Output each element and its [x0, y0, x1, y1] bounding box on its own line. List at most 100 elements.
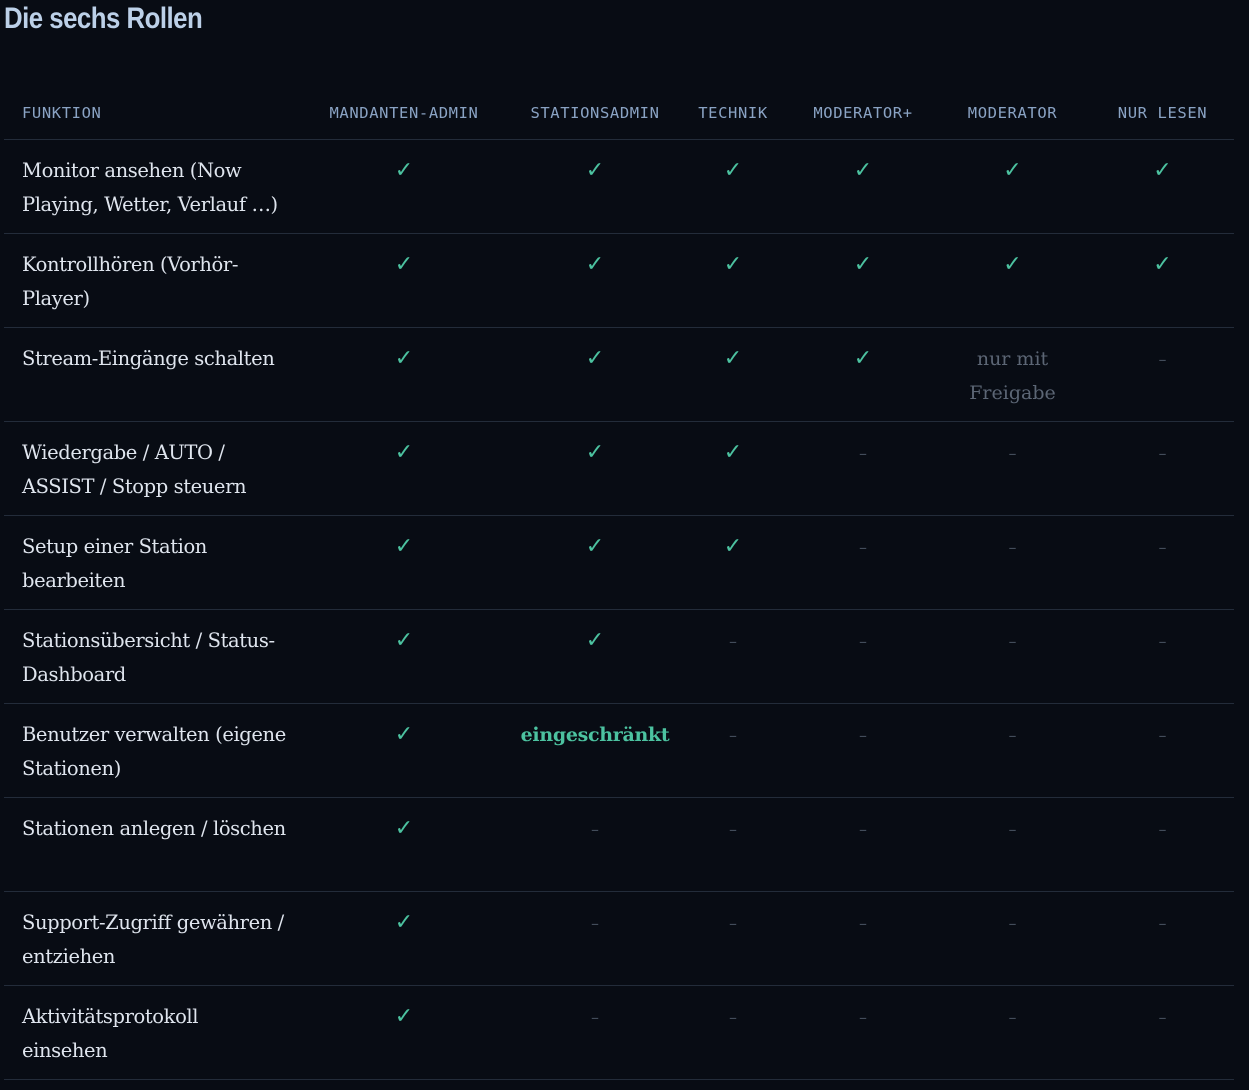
limited-label: eingeschränkt — [520, 724, 670, 746]
check-icon: ✓ — [723, 346, 743, 371]
check-icon: ✓ — [585, 158, 605, 183]
check-icon: ✓ — [585, 534, 605, 559]
check-icon: ✓ — [585, 628, 605, 653]
table-body: Monitor ansehen (Now Playing, Wetter, Ve… — [4, 139, 1234, 1080]
permission-cell: ✓ — [934, 139, 1091, 234]
column-header-moderator-plus: MODERATOR+ — [792, 86, 934, 140]
permission-cell: ✓ — [674, 233, 792, 328]
permission-cell: – — [934, 985, 1091, 1080]
permission-cell: ✓ — [292, 891, 516, 986]
permission-cell: – — [674, 703, 792, 798]
check-icon: ✓ — [853, 252, 873, 277]
dash-icon: – — [729, 820, 737, 839]
dash-icon: – — [591, 914, 599, 933]
permission-cell: – — [1091, 421, 1234, 516]
table-row: Wiedergabe / AUTO / ASSIST / Stopp steue… — [4, 421, 1234, 516]
permission-cell: ✓ — [292, 609, 516, 704]
check-icon: ✓ — [394, 252, 414, 277]
permission-cell: ✓ — [516, 327, 674, 422]
dash-icon: – — [1008, 1008, 1017, 1027]
permission-cell: – — [792, 609, 934, 704]
dash-icon: – — [591, 820, 599, 839]
dash-icon: – — [859, 726, 867, 745]
dash-icon: – — [1158, 726, 1167, 745]
permission-cell: – — [674, 985, 792, 1080]
permission-cell: – — [1091, 515, 1234, 610]
dash-icon: – — [1008, 632, 1017, 651]
table-row: Stationsübersicht / Status-Dashboard ✓ ✓ – –… — [4, 609, 1234, 704]
check-icon: ✓ — [394, 910, 414, 935]
table-row: Stream-Eingänge schalten ✓ ✓ ✓ ✓ nur mit Frei… — [4, 327, 1234, 422]
check-icon: ✓ — [394, 816, 414, 841]
table-row: Monitor ansehen (Now Playing, Wetter, Ve… — [4, 139, 1234, 234]
dash-icon: – — [729, 914, 737, 933]
dash-icon: – — [1158, 820, 1167, 839]
table-row: Stationen anlegen / löschen ✓ – – – – – — [4, 797, 1234, 892]
table-row: Setup einer Station bearbeiten ✓ ✓ ✓ – – – — [4, 515, 1234, 610]
permission-cell: ✓ — [292, 139, 516, 234]
dash-icon: – — [859, 820, 867, 839]
permission-cell: – — [792, 421, 934, 516]
check-icon: ✓ — [723, 158, 743, 183]
check-icon: ✓ — [1153, 158, 1172, 183]
check-icon: ✓ — [723, 440, 743, 465]
permission-cell: – — [1091, 703, 1234, 798]
permission-cell: ✓ — [516, 139, 674, 234]
function-cell: Benutzer verwalten (eigene Stationen) — [4, 703, 292, 798]
dash-icon: – — [1008, 914, 1017, 933]
permission-cell: ✓ — [1091, 139, 1234, 234]
permission-cell: eingeschränkt — [516, 703, 674, 798]
table-header: FUNKTION MANDANTEN-ADMIN STATIONSADMIN T… — [4, 86, 1234, 140]
permission-cell: ✓ — [292, 797, 516, 892]
permission-cell: – — [792, 891, 934, 986]
table-row: Kontrollhören (Vorhör-Player) ✓ ✓ ✓ ✓ ✓ ✓ — [4, 233, 1234, 328]
check-icon: ✓ — [394, 158, 414, 183]
permission-cell: ✓ — [674, 327, 792, 422]
page-title: Die sechs Rollen — [4, 2, 203, 35]
table-row: Support-Zugriff gewähren / entziehen ✓ – – –… — [4, 891, 1234, 986]
permission-cell: – — [516, 891, 674, 986]
permission-cell: ✓ — [292, 233, 516, 328]
column-header-function: FUNKTION — [4, 86, 292, 140]
check-icon: ✓ — [853, 346, 873, 371]
permission-cell: – — [674, 797, 792, 892]
permission-cell: – — [934, 421, 1091, 516]
dash-icon: – — [1158, 444, 1167, 463]
permission-cell: – — [674, 891, 792, 986]
table-row: Aktivitätsprotokoll einsehen ✓ – – – – – — [4, 985, 1234, 1080]
function-cell: Aktivitätsprotokoll einsehen — [4, 985, 292, 1080]
dash-icon: – — [859, 914, 867, 933]
table-header-row: FUNKTION MANDANTEN-ADMIN STATIONSADMIN T… — [4, 86, 1234, 140]
column-header-nur-lesen: NUR LESEN — [1091, 86, 1234, 140]
permission-cell: ✓ — [792, 327, 934, 422]
check-icon: ✓ — [394, 628, 414, 653]
dash-icon: – — [1008, 538, 1017, 557]
permission-cell: ✓ — [792, 233, 934, 328]
permission-cell: ✓ — [934, 233, 1091, 328]
dash-icon: – — [859, 444, 867, 463]
check-icon: ✓ — [394, 722, 414, 747]
permission-cell: – — [1091, 797, 1234, 892]
function-cell: Support-Zugriff gewähren / entziehen — [4, 891, 292, 986]
check-icon: ✓ — [723, 534, 743, 559]
table-row: Benutzer verwalten (eigene Stationen) ✓ ei… — [4, 703, 1234, 798]
check-icon: ✓ — [853, 158, 873, 183]
permission-cell: – — [934, 703, 1091, 798]
release-required-label: nur mit Freigabe — [969, 348, 1056, 404]
dash-icon: – — [1158, 914, 1167, 933]
check-icon: ✓ — [1003, 252, 1022, 277]
dash-icon: – — [859, 632, 867, 651]
permission-cell: – — [792, 797, 934, 892]
function-cell: Kontrollhören (Vorhör-Player) — [4, 233, 292, 328]
check-icon: ✓ — [394, 1004, 414, 1029]
permission-cell: ✓ — [674, 421, 792, 516]
permission-cell: – — [792, 703, 934, 798]
dash-icon: – — [729, 1008, 737, 1027]
permission-cell: ✓ — [674, 515, 792, 610]
permission-cell: ✓ — [292, 703, 516, 798]
check-icon: ✓ — [394, 534, 414, 559]
permission-cell: ✓ — [516, 233, 674, 328]
permission-cell: – — [1091, 985, 1234, 1080]
dash-icon: – — [591, 1008, 599, 1027]
check-icon: ✓ — [585, 252, 605, 277]
